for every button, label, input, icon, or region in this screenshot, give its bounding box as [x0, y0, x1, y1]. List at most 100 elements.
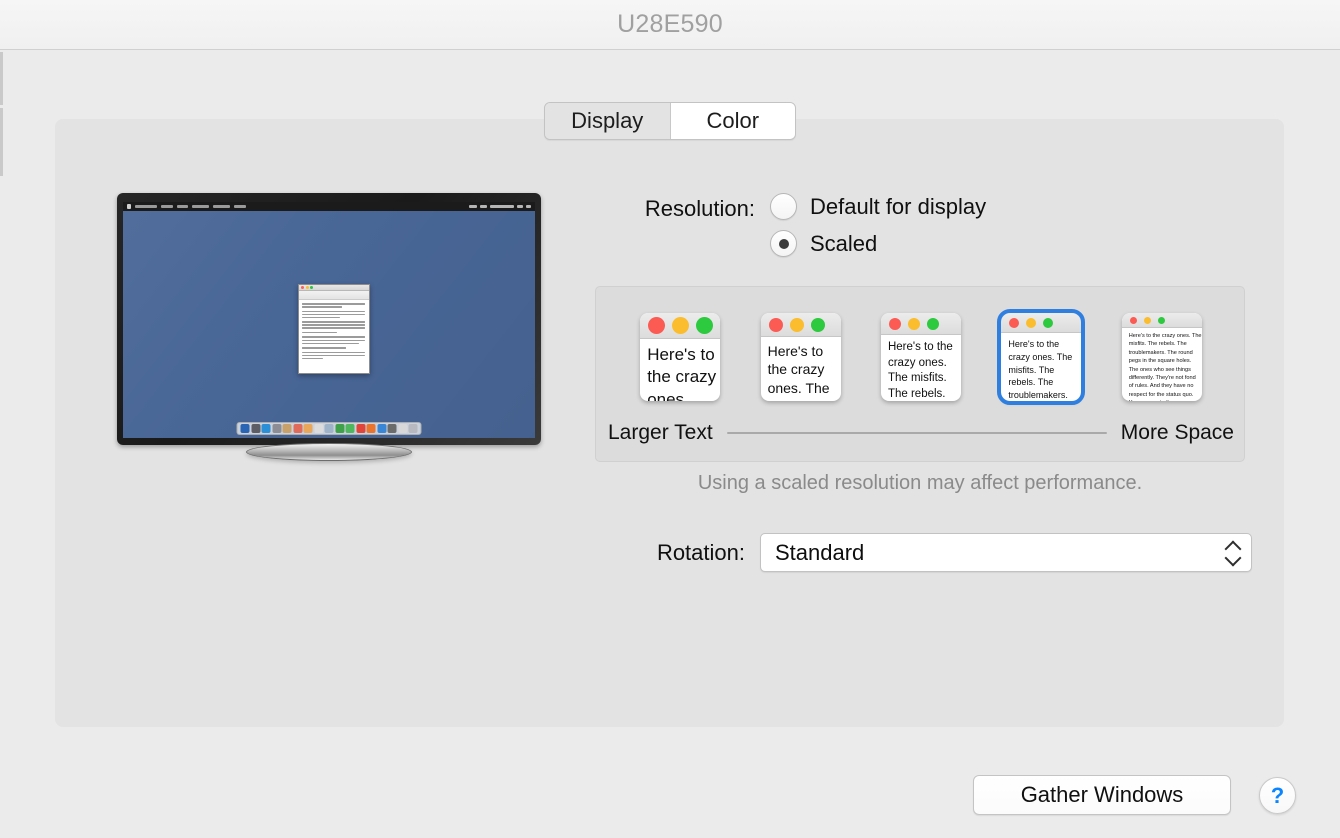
- dock-icon: [303, 424, 313, 433]
- thumbnail-text: Here's to the crazy ones. The misfits. T…: [887, 341, 953, 400]
- zoom-dot-icon: [696, 317, 714, 334]
- close-dot-icon: [768, 317, 783, 332]
- thumbnail-text: Here's to the crazy ones. The misfits. T…: [647, 345, 717, 401]
- help-button[interactable]: ?: [1259, 777, 1296, 814]
- zoom-dot-icon: [926, 317, 939, 330]
- dock-icon: [377, 424, 386, 433]
- tab-color[interactable]: Color: [669, 103, 795, 139]
- close-dot-icon: [888, 317, 901, 330]
- radio-default-for-display[interactable]: Default for display: [770, 193, 986, 220]
- thumbnail-titlebar: [1001, 313, 1082, 333]
- rotation-select[interactable]: Standard: [760, 533, 1252, 572]
- menubar-clock: [490, 205, 514, 208]
- display-preferences-window: U28E590 Display Color Resolution: Defaul…: [0, 0, 1340, 838]
- resolution-thumbnail[interactable]: Here's to the crazy ones. The misfits. T…: [880, 313, 961, 401]
- zoom-dot-icon: [1157, 316, 1165, 324]
- thumbnail-text: Here's to the crazy ones. The misfits. T…: [1128, 333, 1202, 401]
- close-dot-icon: [1129, 316, 1137, 324]
- preview-paragraph: [302, 347, 366, 349]
- monitor-stand: [246, 443, 412, 461]
- resolution-option-1[interactable]: Here's to the crazy ones. The misfits. T…: [635, 310, 725, 404]
- gather-windows-button[interactable]: Gather Windows: [973, 775, 1231, 815]
- thumbnail-titlebar: [1121, 313, 1202, 328]
- zoom-dot-icon: [310, 286, 313, 289]
- thumbnail-titlebar: [640, 313, 721, 339]
- minimize-dot-icon: [672, 317, 690, 334]
- dock-icon: [408, 424, 418, 433]
- resolution-thumbnail[interactable]: Here's to the crazy ones. The misfits. T…: [1121, 313, 1202, 401]
- menubar-item: [213, 205, 230, 208]
- rotation-row: Rotation: Standard: [600, 533, 1252, 572]
- dock-icon: [240, 424, 250, 433]
- radio-label: Default for display: [810, 193, 987, 219]
- rotation-value: Standard: [775, 539, 865, 565]
- zoom-dot-icon: [1043, 317, 1054, 328]
- menubar-item: [234, 205, 246, 208]
- menubar-status-items: [469, 205, 531, 208]
- minimize-dot-icon: [1143, 316, 1151, 324]
- status-item: [526, 205, 531, 208]
- dock-icon: [324, 424, 334, 433]
- slider-label-larger-text: Larger Text: [608, 421, 713, 444]
- scale-slider-row[interactable]: Larger Text More Space: [596, 421, 1246, 445]
- preview-paragraph: [302, 331, 366, 334]
- dock-icon: [356, 424, 365, 433]
- preview-dock: [236, 422, 422, 435]
- resolution-option-3[interactable]: Here's to the crazy ones. The misfits. T…: [876, 310, 966, 404]
- apple-menu-icon: [127, 204, 131, 209]
- dock-icon: [387, 424, 397, 433]
- thumbnail-titlebar: [880, 313, 961, 335]
- dock-icon: [251, 424, 260, 433]
- scale-slider-track[interactable]: [726, 432, 1107, 434]
- background-window-edge: [0, 108, 3, 176]
- resolution-option-5[interactable]: Here's to the crazy ones. The misfits. T…: [1117, 310, 1207, 404]
- status-item: [469, 205, 477, 208]
- radio-label: Scaled: [810, 230, 878, 256]
- preview-paragraph: [302, 321, 366, 329]
- chevron-updown-icon[interactable]: [1225, 542, 1241, 563]
- dock-icon: [272, 424, 281, 433]
- slider-label-more-space: More Space: [1120, 421, 1234, 444]
- monitor-preview: [117, 193, 541, 461]
- preview-document-window: [298, 284, 370, 374]
- dock-icon: [398, 424, 407, 433]
- tab-display[interactable]: Display: [545, 103, 670, 139]
- radio-button-icon[interactable]: [770, 193, 797, 220]
- radio-button-icon-selected[interactable]: [770, 230, 797, 257]
- preview-paragraph: [302, 310, 366, 319]
- resolution-row: Resolution: Default for display Scaled: [600, 193, 986, 257]
- status-item: [517, 205, 523, 208]
- resolution-thumbnail[interactable]: Here's to the crazy ones. The misfits. T…: [760, 313, 841, 401]
- close-dot-icon: [301, 286, 304, 289]
- close-dot-icon: [648, 317, 666, 334]
- rotation-label: Rotation:: [656, 539, 745, 565]
- preview-paragraph: [302, 336, 366, 345]
- resolution-option-2[interactable]: Here's to the crazy ones. The misfits. T…: [756, 310, 846, 404]
- radio-scaled[interactable]: Scaled: [770, 230, 986, 257]
- preview-doc-body: [299, 300, 369, 360]
- preview-menubar: [123, 202, 535, 211]
- dock-icon: [366, 424, 376, 433]
- preview-doc-toolbar: [299, 291, 369, 300]
- close-dot-icon: [1009, 317, 1020, 328]
- resolution-option-4-selected[interactable]: Here's to the crazy ones. The misfits. T…: [996, 309, 1086, 405]
- resolution-radio-group: Default for display Scaled: [770, 193, 986, 257]
- menubar-item: [177, 205, 188, 208]
- menubar-item: [135, 205, 157, 208]
- monitor-screen: [123, 202, 535, 438]
- window-titlebar: U28E590: [0, 0, 1340, 50]
- monitor-bezel: [117, 193, 541, 445]
- dock-icon: [345, 424, 355, 433]
- scaled-resolution-box: Here's to the crazy ones. The misfits. T…: [595, 286, 1245, 462]
- minimize-dot-icon: [789, 317, 804, 332]
- preview-paragraph: [302, 303, 366, 308]
- resolution-label: Resolution:: [644, 196, 755, 221]
- resolution-thumbnail[interactable]: Here's to the crazy ones. The misfits. T…: [640, 313, 721, 401]
- resolution-thumbnail[interactable]: Here's to the crazy ones. The misfits. T…: [997, 309, 1086, 405]
- minimize-dot-icon: [305, 286, 309, 289]
- thumbnail-text: Here's to the crazy ones. The misfits. T…: [767, 343, 839, 401]
- dock-icon: [282, 424, 292, 433]
- thumbnail-text: Here's to the crazy ones. The misfits. T…: [1008, 339, 1073, 401]
- dock-icon: [293, 424, 302, 433]
- status-item: [480, 205, 487, 208]
